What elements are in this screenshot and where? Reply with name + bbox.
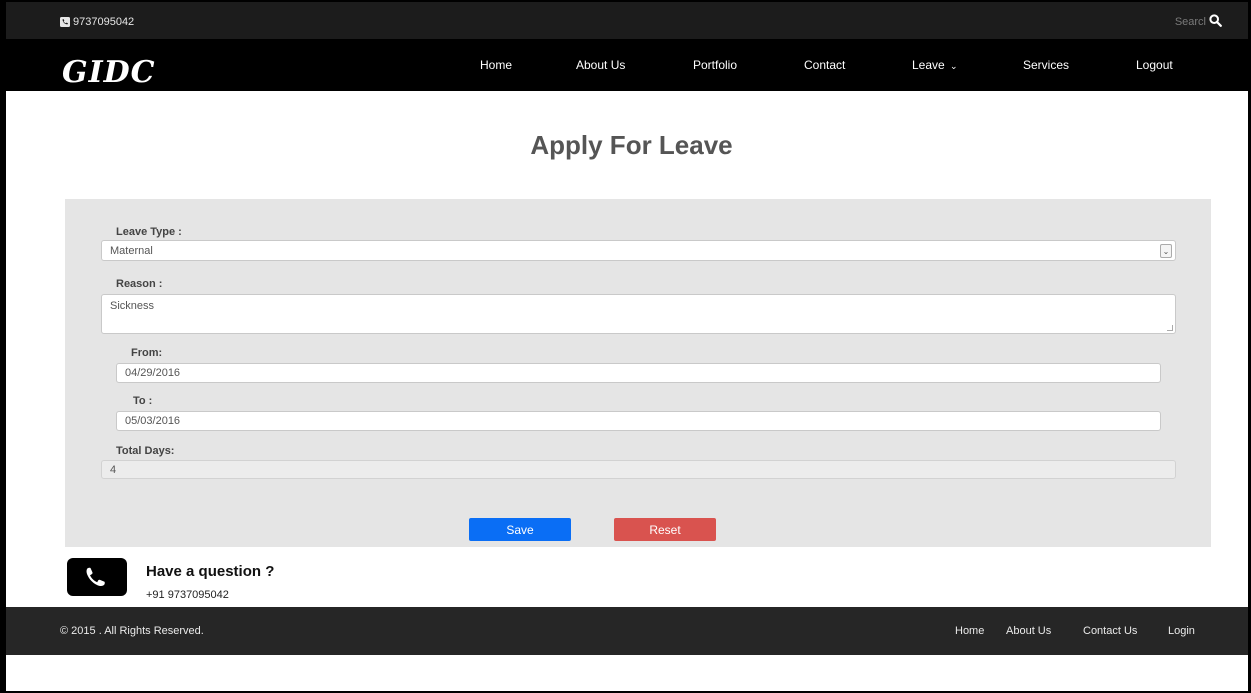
footer-link-about-us[interactable]: About Us: [1006, 625, 1051, 637]
phone-icon: [86, 567, 105, 587]
chevron-down-icon: ⌄: [950, 61, 958, 71]
top-info-bar: 9737095042 Searcl: [6, 2, 1248, 39]
footer-link-home[interactable]: Home: [955, 625, 984, 637]
question-phone: +91 9737095042: [146, 589, 229, 601]
from-date-value: 04/29/2016: [125, 367, 181, 379]
top-phone-number: 9737095042: [73, 16, 135, 28]
footer-link-contact-us[interactable]: Contact Us: [1083, 625, 1137, 637]
total-days-label: Total Days:: [116, 445, 175, 457]
save-button[interactable]: Save: [469, 518, 571, 541]
from-date-input[interactable]: 04/29/2016: [116, 363, 1161, 383]
leave-type-select[interactable]: Maternal ⌄: [101, 240, 1176, 261]
total-days-value: 4: [110, 463, 117, 476]
phone-badge: [67, 558, 127, 596]
to-date-input[interactable]: 05/03/2016: [116, 411, 1161, 431]
reason-value: Sickness: [110, 300, 155, 312]
search-icon[interactable]: [1209, 14, 1222, 27]
nav-about-us[interactable]: About Us: [576, 58, 625, 72]
footer-link-login[interactable]: Login: [1168, 625, 1195, 637]
resize-handle-icon[interactable]: [1167, 325, 1173, 331]
footer: © 2015 . All Rights Reserved. Home About…: [6, 607, 1248, 655]
nav-contact[interactable]: Contact: [804, 58, 845, 72]
to-date-value: 05/03/2016: [125, 415, 181, 427]
from-label: From:: [131, 347, 163, 359]
reason-label: Reason :: [116, 278, 163, 290]
question-heading: Have a question ?: [146, 563, 275, 580]
main-navbar: GIDC Home About Us Portfolio Contact Lea…: [6, 39, 1248, 91]
total-days-field: 4: [101, 460, 1176, 479]
leave-type-label: Leave Type :: [116, 226, 182, 238]
search-input[interactable]: Searcl: [1175, 16, 1206, 28]
nav-portfolio[interactable]: Portfolio: [693, 58, 737, 72]
nav-services[interactable]: Services: [1023, 58, 1069, 72]
copyright-text: © 2015 . All Rights Reserved.: [60, 625, 204, 637]
nav-leave-label: Leave: [912, 58, 945, 72]
nav-logout[interactable]: Logout: [1136, 58, 1173, 72]
page-title: Apply For Leave: [530, 130, 733, 160]
to-label: To :: [133, 395, 153, 407]
site-logo[interactable]: GIDC: [62, 55, 156, 90]
leave-type-value: Maternal: [110, 244, 153, 257]
reset-button[interactable]: Reset: [614, 518, 716, 541]
page-frame: 9737095042 Searcl GIDC Home About Us Por…: [0, 0, 1251, 693]
chevron-down-icon: ⌄: [1160, 244, 1172, 258]
phone-icon: [60, 17, 70, 27]
nav-leave-dropdown[interactable]: Leave ⌄: [912, 58, 958, 72]
reason-textarea[interactable]: Sickness: [101, 294, 1176, 334]
top-phone: 9737095042: [60, 16, 134, 28]
leave-form-panel: Leave Type : Maternal ⌄ Reason : Sicknes…: [65, 199, 1211, 547]
nav-home[interactable]: Home: [480, 58, 512, 72]
